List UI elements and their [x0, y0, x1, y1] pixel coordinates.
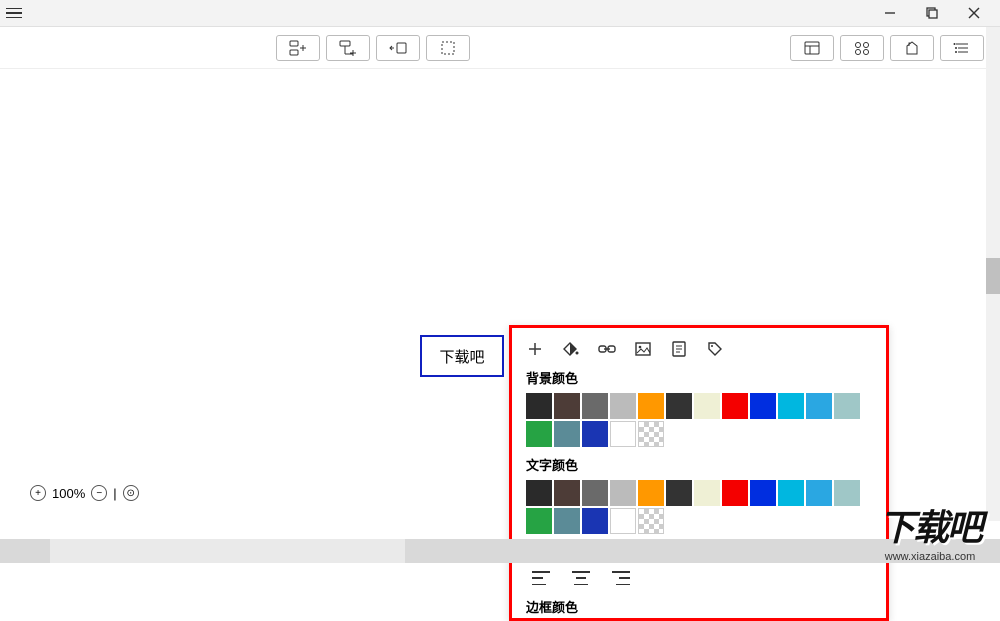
titlebar — [0, 0, 1000, 27]
color-swatch[interactable] — [582, 508, 608, 534]
image-icon[interactable] — [634, 340, 652, 358]
color-swatch[interactable] — [834, 480, 860, 506]
color-swatch[interactable] — [666, 393, 692, 419]
toolbar-group-right — [790, 35, 984, 61]
toolbar — [0, 27, 1000, 69]
color-swatch[interactable] — [638, 480, 664, 506]
style-button[interactable] — [890, 35, 934, 61]
status-bar — [0, 539, 1000, 563]
color-swatch[interactable] — [554, 421, 580, 447]
node-text: 下载吧 — [439, 346, 484, 367]
color-swatch[interactable] — [750, 480, 776, 506]
fill-icon[interactable] — [562, 340, 580, 358]
zoom-level: 100% — [52, 486, 85, 501]
color-swatch-white[interactable] — [610, 421, 636, 447]
color-swatch[interactable] — [610, 393, 636, 419]
outdent-button[interactable] — [376, 35, 420, 61]
color-swatch[interactable] — [806, 393, 832, 419]
color-swatch[interactable] — [582, 421, 608, 447]
text-color-label: 文字颜色 — [526, 455, 872, 474]
maximize-button[interactable] — [918, 3, 946, 23]
color-swatch-white[interactable] — [610, 508, 636, 534]
zoom-controls: + 100% − | ⊙ — [30, 485, 139, 501]
menu-icon[interactable] — [4, 3, 24, 23]
fit-button[interactable]: ⊙ — [123, 485, 139, 501]
window-controls — [876, 3, 996, 23]
link-icon[interactable] — [598, 340, 616, 358]
align-row — [526, 567, 872, 589]
color-swatch[interactable] — [582, 393, 608, 419]
note-icon[interactable] — [670, 340, 688, 358]
color-swatch[interactable] — [666, 480, 692, 506]
color-swatch-none[interactable] — [638, 421, 664, 447]
color-swatch[interactable] — [750, 393, 776, 419]
text-color-swatches — [526, 480, 872, 534]
color-swatch[interactable] — [554, 480, 580, 506]
panel-toolbar — [526, 340, 872, 358]
color-swatch[interactable] — [554, 508, 580, 534]
canvas[interactable]: 下载吧 背景颜色 文字颜色 对齐方式 边框颜色 + 100% − | ⊙ — [0, 69, 1000, 549]
color-swatch[interactable] — [834, 393, 860, 419]
align-left-button[interactable] — [532, 571, 550, 585]
align-right-button[interactable] — [612, 571, 630, 585]
minimize-button[interactable] — [876, 3, 904, 23]
color-swatch[interactable] — [554, 393, 580, 419]
zoom-in-button[interactable]: + — [30, 485, 46, 501]
layout-button[interactable] — [790, 35, 834, 61]
tag-icon[interactable] — [706, 340, 724, 358]
color-swatch[interactable] — [806, 480, 832, 506]
color-swatch[interactable] — [526, 421, 552, 447]
bg-color-swatches — [526, 393, 872, 447]
format-panel: 背景颜色 文字颜色 对齐方式 边框颜色 — [509, 325, 889, 621]
color-swatch[interactable] — [694, 480, 720, 506]
color-swatch[interactable] — [778, 393, 804, 419]
color-swatch[interactable] — [722, 393, 748, 419]
align-center-button[interactable] — [572, 571, 590, 585]
close-button[interactable] — [960, 3, 988, 23]
border-color-label: 边框颜色 — [526, 597, 872, 616]
toolbar-group-left — [276, 35, 470, 61]
add-child-node-button[interactable] — [276, 35, 320, 61]
color-swatch[interactable] — [778, 480, 804, 506]
color-swatch[interactable] — [526, 393, 552, 419]
selection-button[interactable] — [426, 35, 470, 61]
add-sibling-node-button[interactable] — [326, 35, 370, 61]
color-swatch[interactable] — [722, 480, 748, 506]
scrollbar-thumb[interactable] — [986, 258, 1000, 294]
mindmap-root-node[interactable]: 下载吧 — [420, 335, 504, 377]
color-swatch[interactable] — [526, 480, 552, 506]
zoom-divider: | — [113, 486, 116, 501]
color-swatch-none[interactable] — [638, 508, 664, 534]
bg-color-label: 背景颜色 — [526, 368, 872, 387]
color-swatch[interactable] — [526, 508, 552, 534]
theme-button[interactable] — [840, 35, 884, 61]
zoom-out-button[interactable]: − — [91, 485, 107, 501]
color-swatch[interactable] — [610, 480, 636, 506]
outline-button[interactable] — [940, 35, 984, 61]
color-swatch[interactable] — [638, 393, 664, 419]
color-swatch[interactable] — [694, 393, 720, 419]
color-swatch[interactable] — [582, 480, 608, 506]
add-icon[interactable] — [526, 340, 544, 358]
